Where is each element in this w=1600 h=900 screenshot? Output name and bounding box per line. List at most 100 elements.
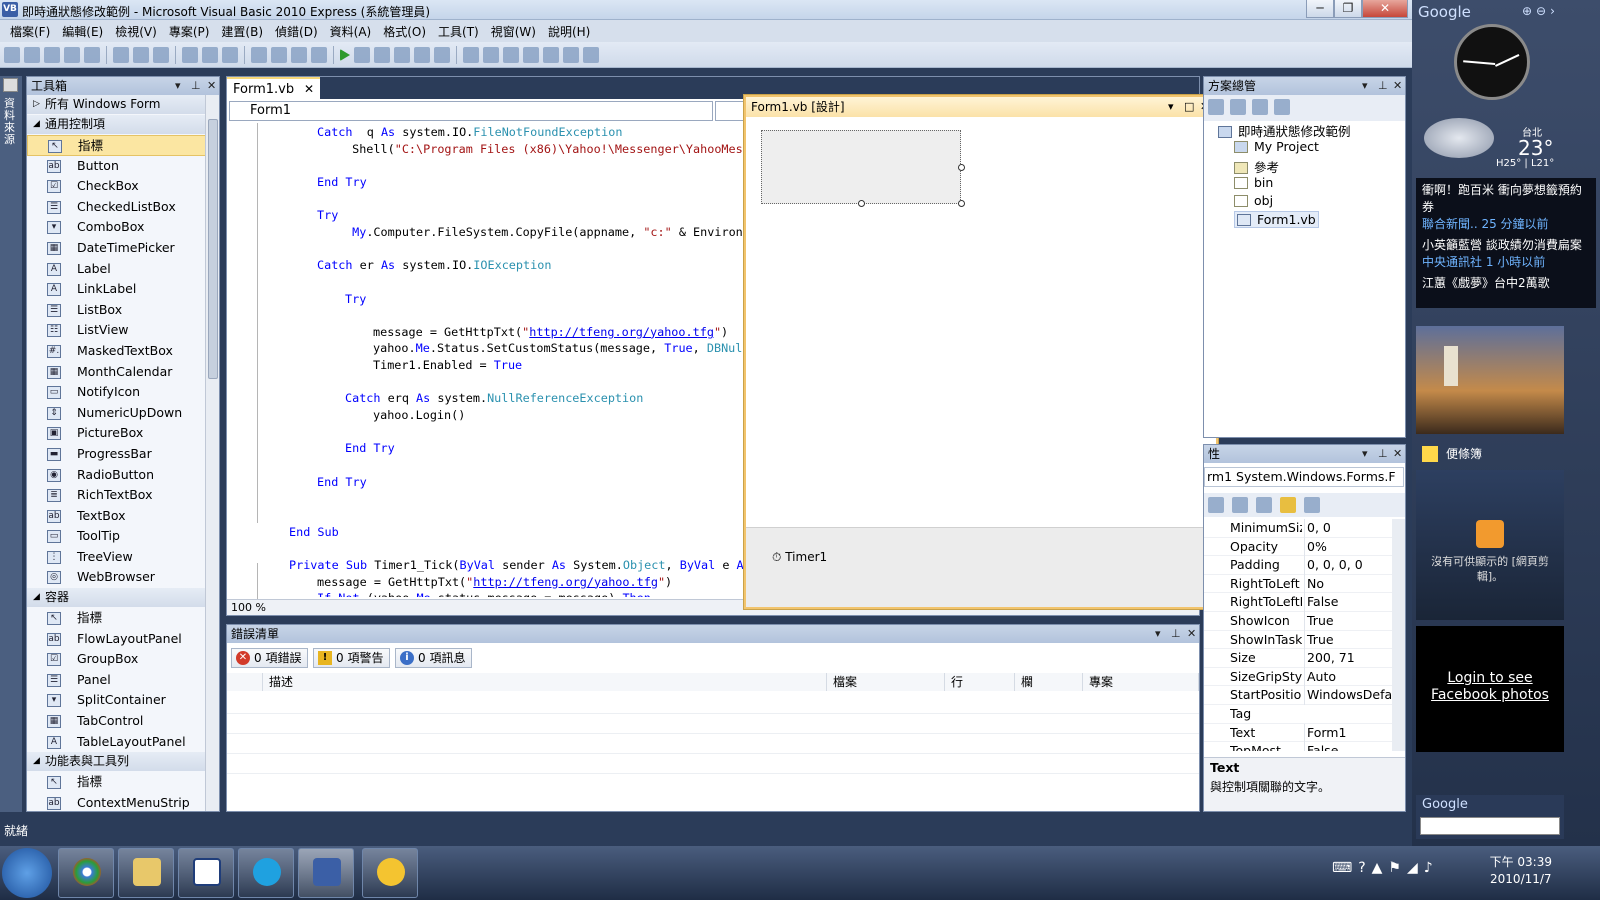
- errors-filter-button[interactable]: ✕ 0 項錯誤: [231, 648, 309, 668]
- property-value[interactable]: True: [1304, 630, 1392, 650]
- data-sources-strip[interactable]: 資料來源: [0, 76, 22, 812]
- property-row[interactable]: TopMost False: [1204, 742, 1394, 751]
- gadget-controls[interactable]: ⊕⊖›: [1522, 4, 1559, 18]
- data-sources-icon[interactable]: [3, 78, 18, 92]
- expand-icon[interactable]: ▷: [33, 95, 40, 114]
- solution-explorer-icon[interactable]: [463, 46, 479, 63]
- panel-menu-icon[interactable]: ▾: [1362, 77, 1368, 95]
- taskbar-window[interactable]: [178, 848, 234, 898]
- pause-icon[interactable]: [354, 46, 370, 63]
- toolbox-item[interactable]: ▦ MonthCalendar: [27, 362, 207, 383]
- property-row[interactable]: MinimumSiz 0, 0: [1204, 519, 1394, 538]
- property-row[interactable]: StartPosition WindowsDefau: [1204, 686, 1394, 705]
- solution-node-form1-vb[interactable]: Form1.vb: [1234, 211, 1319, 228]
- toolbox-group[interactable]: ◢ 通用控制項: [27, 115, 207, 134]
- navigate-backward-icon[interactable]: [291, 46, 307, 63]
- news-title[interactable]: 小英籲藍營 談政績勿消費扁案: [1422, 237, 1590, 254]
- designer-maximize-icon[interactable]: □: [1184, 97, 1194, 117]
- data-sources-label[interactable]: 資料來源: [4, 98, 18, 146]
- close-icon[interactable]: ✕: [1187, 625, 1196, 643]
- paste-icon[interactable]: [153, 46, 169, 63]
- taskbar-visual-basic[interactable]: [298, 848, 354, 898]
- toolbox-item[interactable]: ↖ 指標: [27, 772, 207, 793]
- toolbox-item[interactable]: ⋮ TreeView: [27, 547, 207, 568]
- new-project-icon[interactable]: [4, 46, 20, 63]
- property-row[interactable]: Opacity 0%: [1204, 537, 1394, 557]
- undo-icon[interactable]: [251, 46, 267, 63]
- events-icon[interactable]: [1280, 497, 1296, 513]
- property-value[interactable]: 200, 71: [1304, 649, 1392, 668]
- navigate-forward-icon[interactable]: [311, 46, 327, 63]
- toolbox-item[interactable]: #. MaskedTextBox: [27, 341, 207, 362]
- property-row[interactable]: Size 200, 71: [1204, 649, 1394, 668]
- slideshow-gadget[interactable]: [1416, 326, 1564, 434]
- property-value[interactable]: Form1: [1304, 723, 1392, 743]
- property-pages-icon[interactable]: [1304, 497, 1320, 513]
- messages-filter-button[interactable]: i 0 項訊息: [395, 648, 473, 668]
- start-debugging-icon[interactable]: [340, 48, 350, 61]
- class-name-combo[interactable]: Form1: [229, 101, 713, 121]
- object-selector[interactable]: rm1 System.Windows.Forms.F: [1204, 467, 1404, 487]
- toolbox-item[interactable]: ≣ RichTextBox: [27, 485, 207, 506]
- toolbox-item[interactable]: ☰ CheckedListBox: [27, 197, 207, 218]
- column-line[interactable]: 行: [945, 673, 1015, 691]
- solution-node-references[interactable]: 參考: [1234, 157, 1279, 176]
- menu-window[interactable]: 視窗(W): [485, 23, 542, 40]
- property-row[interactable]: SizeGripStyleAuto: [1204, 667, 1394, 687]
- show-all-files-icon[interactable]: [1208, 99, 1224, 115]
- properties-icon[interactable]: [1256, 497, 1272, 513]
- toolbox-item[interactable]: ▭ NotifyIcon: [27, 382, 207, 403]
- view-designer-icon[interactable]: [1274, 99, 1290, 115]
- zoom-level[interactable]: 100 %: [231, 601, 266, 614]
- menu-debug[interactable]: 偵錯(D): [269, 23, 324, 40]
- toolbox-item[interactable]: ▦ TabControl: [27, 711, 207, 732]
- uncomment-icon[interactable]: [222, 46, 238, 63]
- designer-menu-icon[interactable]: ▾: [1168, 97, 1174, 117]
- cut-icon[interactable]: [113, 46, 129, 63]
- news-title[interactable]: 江蕙《戲夢》台中2萬歌: [1422, 275, 1590, 292]
- toolbox-item[interactable]: A TableLayoutPanel: [27, 732, 207, 753]
- property-grid-scrollbar[interactable]: [1392, 519, 1405, 751]
- toolbox-item[interactable]: ▭ ToolTip: [27, 526, 207, 547]
- pin-icon[interactable]: ⊥: [1378, 445, 1388, 463]
- toolbox-item[interactable]: ◎ WebBrowser: [27, 567, 207, 588]
- toolbox-item[interactable]: ab FlowLayoutPanel: [27, 629, 207, 650]
- taskbar-chrome[interactable]: [58, 848, 114, 898]
- system-clock[interactable]: 下午 03:39 2010/11/7: [1490, 854, 1552, 888]
- open-file-icon[interactable]: [24, 46, 40, 63]
- toolbox-item[interactable]: ▦ DateTimePicker: [27, 238, 207, 259]
- toolbox-item[interactable]: ▣ PictureBox: [27, 423, 207, 444]
- maximize-button[interactable]: ❐: [1334, 0, 1362, 18]
- google-search-input[interactable]: [1420, 817, 1560, 835]
- taskbar-explorer[interactable]: [118, 848, 174, 898]
- property-value[interactable]: Auto: [1304, 667, 1392, 687]
- warnings-filter-button[interactable]: ! 0 項警告: [313, 648, 391, 668]
- object-browser-icon[interactable]: [503, 46, 519, 63]
- menu-edit[interactable]: 編輯(E): [56, 23, 109, 40]
- panel-menu-icon[interactable]: ▾: [175, 77, 181, 95]
- step-out-icon[interactable]: [434, 46, 450, 63]
- collapse-icon[interactable]: ◢: [33, 752, 40, 771]
- collapse-icon[interactable]: ◢: [33, 115, 40, 134]
- start-button[interactable]: [2, 848, 52, 898]
- close-button[interactable]: ✕: [1362, 0, 1408, 18]
- copy-icon[interactable]: [133, 46, 149, 63]
- system-tray-icons[interactable]: ⌨?▲⚑◢♪: [1332, 860, 1439, 876]
- close-icon[interactable]: ✕: [1393, 445, 1402, 463]
- panel-menu-icon[interactable]: ▾: [1362, 445, 1368, 463]
- toolbox-icon[interactable]: [523, 46, 539, 63]
- property-value[interactable]: 0%: [1304, 537, 1392, 557]
- step-over-icon[interactable]: [414, 46, 430, 63]
- column-column[interactable]: 欄: [1015, 673, 1083, 691]
- clock-gadget[interactable]: [1454, 24, 1530, 100]
- resize-handle-corner[interactable]: [958, 200, 965, 207]
- solution-node-bin[interactable]: bin: [1234, 175, 1273, 190]
- menu-data[interactable]: 資料(A): [324, 23, 378, 40]
- toolbox-item[interactable]: ab TextBox: [27, 506, 207, 527]
- method-name-combo[interactable]: [715, 101, 745, 121]
- categorized-icon[interactable]: [1208, 497, 1224, 513]
- property-row[interactable]: RightToLeft No: [1204, 574, 1394, 594]
- solution-node-my-project[interactable]: My Project: [1234, 139, 1319, 154]
- resize-handle-right[interactable]: [958, 164, 965, 171]
- toolbox-item[interactable]: ☰ Panel: [27, 670, 207, 691]
